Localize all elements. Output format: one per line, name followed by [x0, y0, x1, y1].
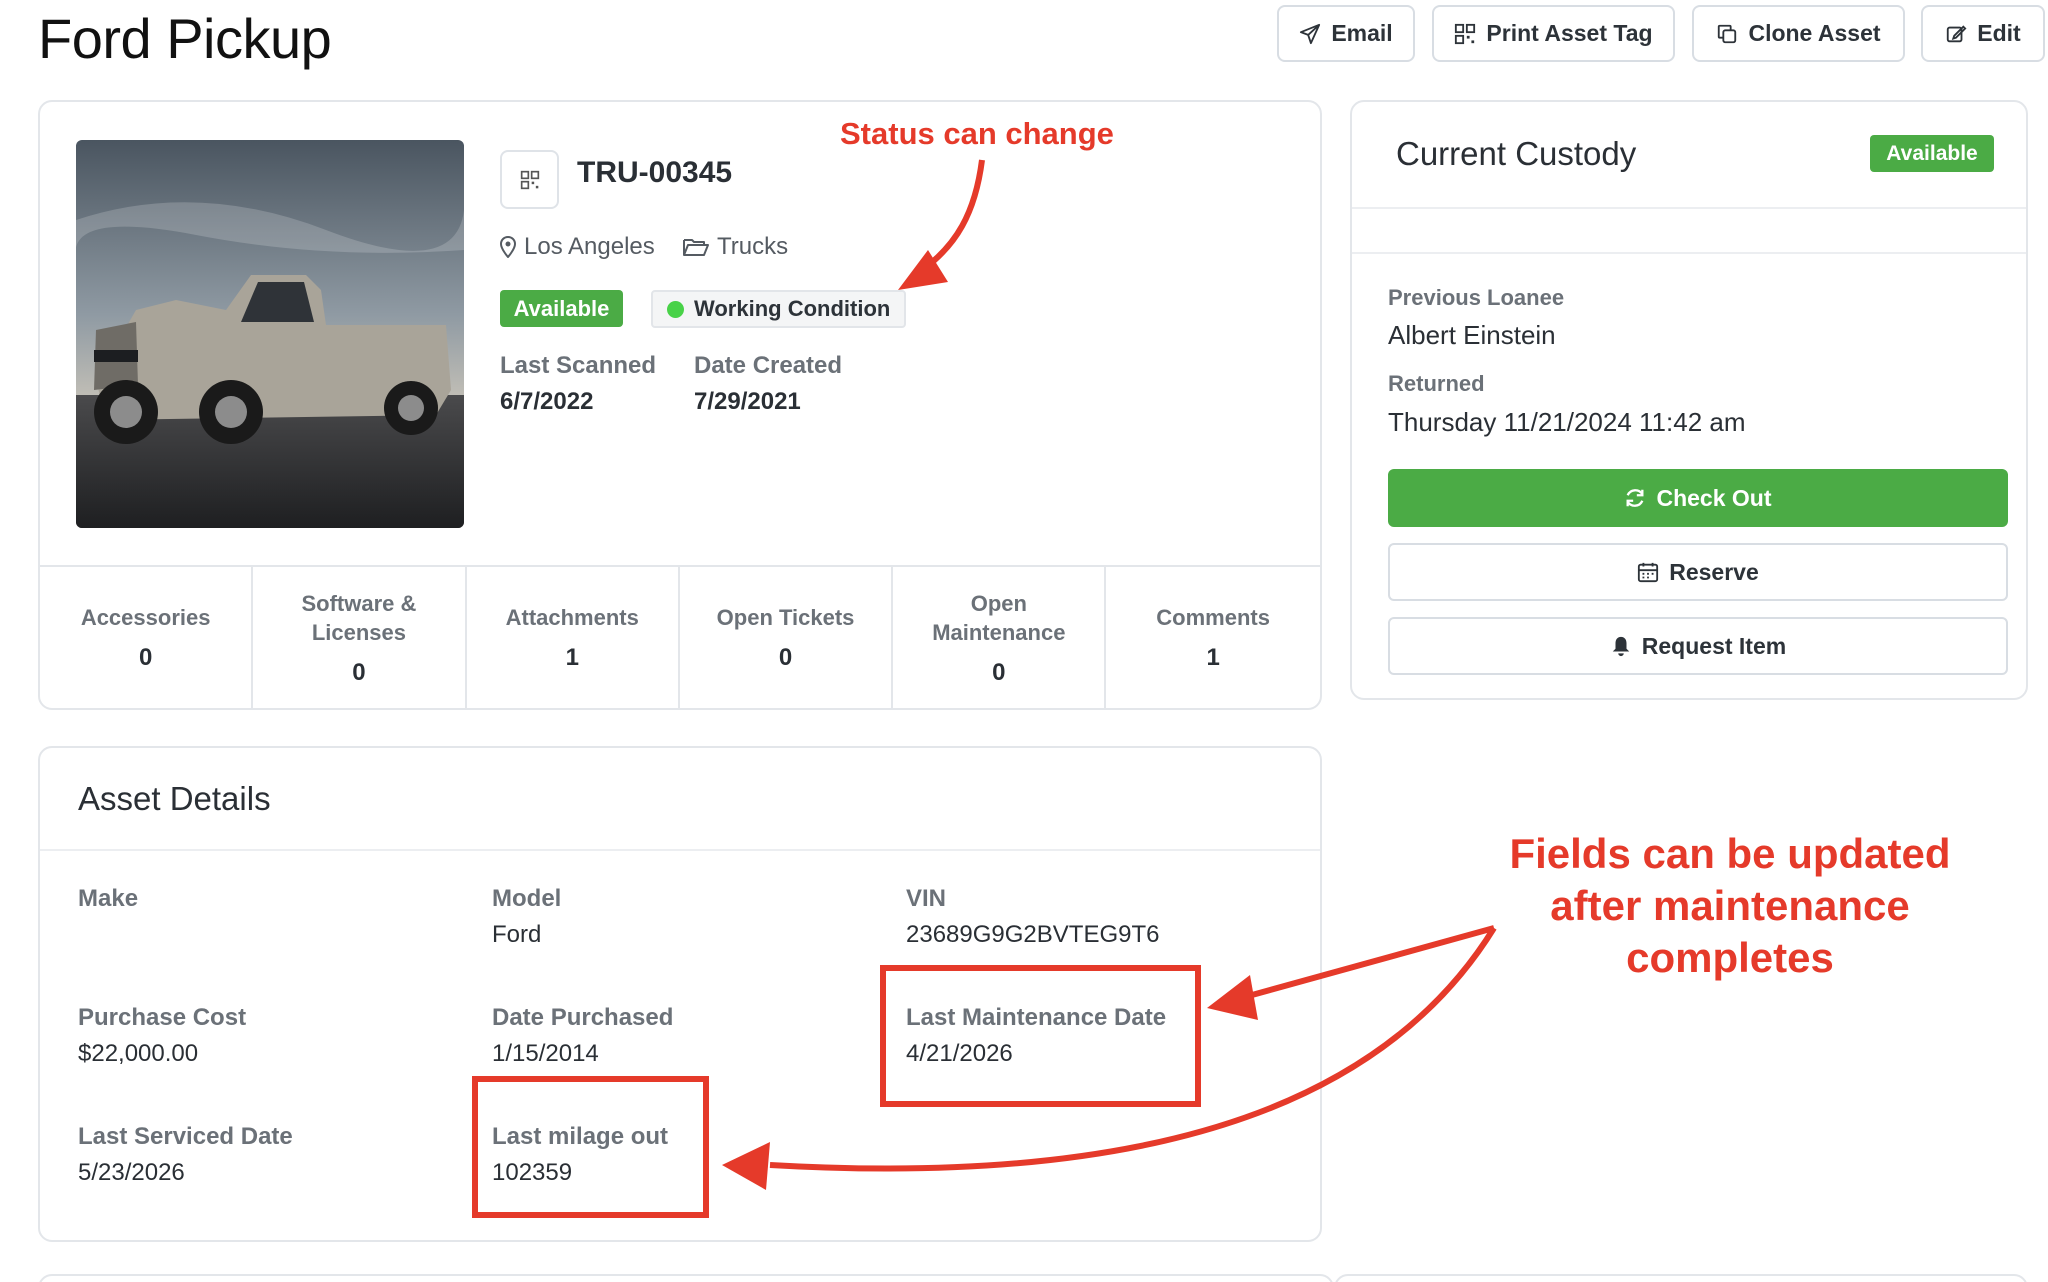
status-arrow — [923, 159, 985, 271]
arrow-head-icon — [1207, 975, 1258, 1020]
milage-arrow — [769, 926, 1497, 1172]
arrow-head-icon — [722, 1142, 770, 1190]
maintenance-arrow — [1251, 925, 1495, 998]
annotation-arrows — [722, 159, 1497, 1190]
